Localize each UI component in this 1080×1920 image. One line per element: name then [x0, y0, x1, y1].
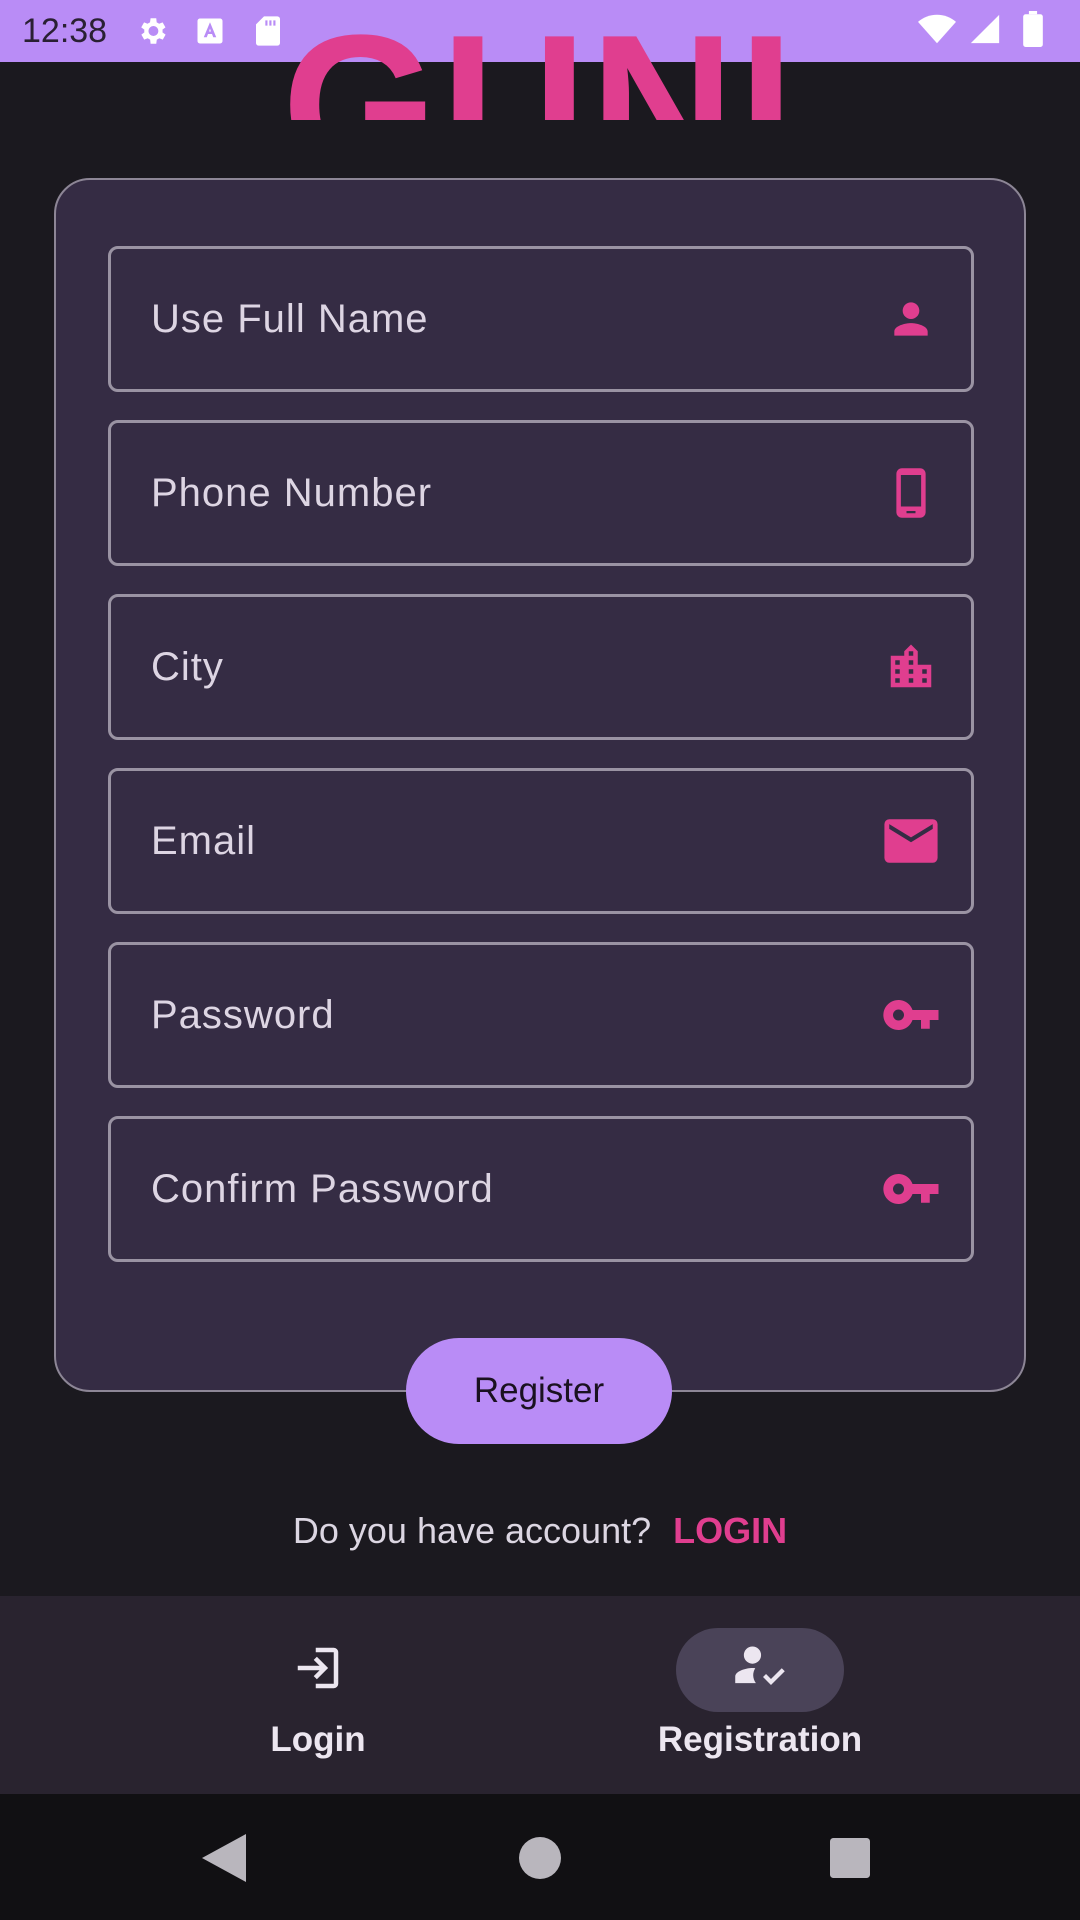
city-icon — [881, 637, 941, 697]
app-logo: GUNI — [0, 6, 1080, 120]
account-prompt: Do you have account? LOGIN — [0, 1510, 1080, 1552]
key-icon — [881, 1159, 941, 1219]
system-navigation-bar — [0, 1794, 1080, 1920]
mail-icon — [881, 811, 941, 871]
nav-item-registration[interactable]: Registration — [636, 1596, 884, 1794]
register-button[interactable]: Register — [406, 1338, 672, 1444]
nav-label-login: Login — [270, 1720, 366, 1759]
phone-number-field[interactable] — [108, 420, 974, 566]
phone-number-input[interactable] — [151, 470, 881, 516]
bottom-navigation: Login Registration — [0, 1596, 1080, 1794]
registration-card — [54, 178, 1026, 1392]
password-input[interactable] — [151, 992, 881, 1038]
password-field[interactable] — [108, 942, 974, 1088]
confirm-password-input[interactable] — [151, 1166, 881, 1212]
full-name-input[interactable] — [151, 296, 881, 342]
person-icon — [881, 289, 941, 349]
home-icon[interactable] — [512, 1830, 568, 1886]
confirm-password-field[interactable] — [108, 1116, 974, 1262]
nav-pill-login — [234, 1628, 402, 1712]
login-link[interactable]: LOGIN — [673, 1510, 787, 1551]
full-name-field[interactable] — [108, 246, 974, 392]
nav-item-login[interactable]: Login — [234, 1596, 402, 1794]
city-field[interactable] — [108, 594, 974, 740]
nav-label-registration: Registration — [657, 1720, 863, 1759]
city-input[interactable] — [151, 644, 881, 690]
login-icon — [289, 1641, 347, 1700]
person-check-icon — [732, 1643, 788, 1698]
nav-pill-registration — [676, 1628, 844, 1712]
email-input[interactable] — [151, 818, 881, 864]
registration-screen: 12:38 GUNI Use Full Name Phone Number Ci… — [0, 0, 1080, 1920]
back-icon[interactable] — [196, 1830, 252, 1886]
phone-icon — [881, 463, 941, 523]
recents-icon[interactable] — [822, 1830, 878, 1886]
account-prompt-text: Do you have account? — [292, 1510, 652, 1551]
logo-text: GUNI — [282, 6, 798, 120]
email-field[interactable] — [108, 768, 974, 914]
key-icon — [881, 985, 941, 1045]
